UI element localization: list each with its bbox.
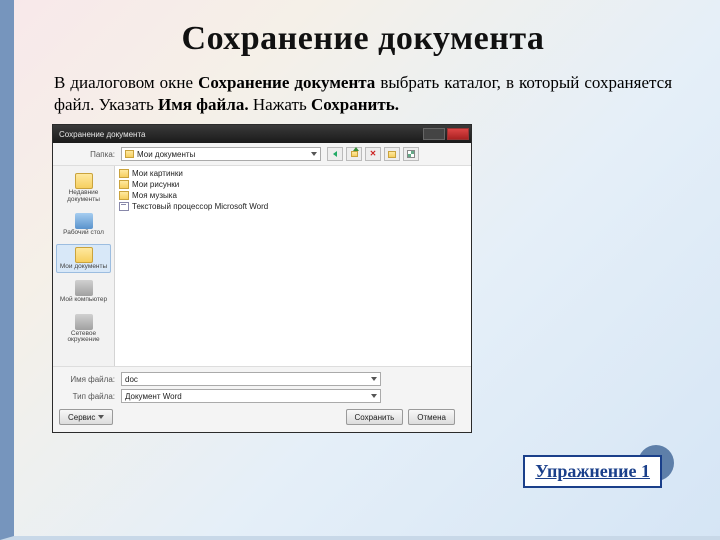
place-label: Рабочий стол: [63, 230, 104, 237]
dialog-bottom: Имя файла: doc Тип файла: Документ Word …: [53, 366, 471, 432]
window-controls: [423, 128, 469, 140]
save-label: Сохранить: [355, 413, 395, 422]
filename-value: doc: [125, 375, 138, 384]
filename-row: Имя файла: doc: [59, 372, 465, 386]
intro-paragraph: В диалоговом окне Сохранение документа в…: [54, 72, 672, 116]
list-item[interactable]: Мои картинки: [119, 169, 467, 178]
list-item[interactable]: Текстовый процессор Microsoft Word: [119, 202, 467, 211]
filetype-label: Тип файла:: [59, 392, 115, 401]
up-folder-icon: [351, 151, 358, 157]
file-name: Мои картинки: [132, 169, 183, 178]
folder-icon: [119, 169, 129, 178]
delete-button[interactable]: ✕: [365, 147, 381, 161]
chevron-down-icon: [371, 377, 377, 381]
cancel-label: Отмена: [417, 413, 446, 422]
file-list[interactable]: Мои картинки Мои рисунки Моя музыка Текс…: [115, 166, 471, 366]
slide-title: Сохранение документа: [54, 20, 672, 58]
folder-label: Папка:: [59, 150, 115, 159]
place-label: Недавние документы: [57, 190, 110, 203]
cancel-button[interactable]: Отмена: [408, 409, 455, 425]
new-folder-button[interactable]: [384, 147, 400, 161]
x-icon: ✕: [370, 150, 377, 158]
place-network[interactable]: Сетевое окружение: [56, 311, 111, 347]
intro-bold-1: Сохранение документа: [198, 73, 375, 92]
folder-value: Мои документы: [137, 150, 195, 159]
location-row: Папка: Мои документы ✕: [53, 143, 471, 166]
file-name: Мои рисунки: [132, 180, 179, 189]
intro-bold-3: Сохранить.: [311, 95, 399, 114]
place-my-computer[interactable]: Мой компьютер: [56, 277, 111, 307]
close-button[interactable]: [447, 128, 469, 140]
filename-input[interactable]: doc: [121, 372, 381, 386]
new-folder-icon: [388, 151, 396, 158]
desktop-icon: [75, 213, 93, 229]
place-my-documents[interactable]: Мои документы: [56, 244, 111, 274]
help-button[interactable]: [423, 128, 445, 140]
tools-label: Сервис: [68, 413, 95, 422]
nav-toolbar: ✕: [327, 147, 419, 161]
exercise-link[interactable]: Упражнение 1: [523, 455, 662, 488]
list-item[interactable]: Мои рисунки: [119, 180, 467, 189]
filetype-row: Тип файла: Документ Word: [59, 389, 465, 403]
exercise-link-wrap: Упражнение 1: [523, 455, 662, 488]
views-button[interactable]: [403, 147, 419, 161]
document-icon: [119, 202, 129, 211]
documents-icon: [75, 247, 93, 263]
file-name: Текстовый процессор Microsoft Word: [132, 202, 268, 211]
arrow-left-icon: [333, 151, 337, 157]
recent-icon: [75, 173, 93, 189]
tools-button[interactable]: Сервис: [59, 409, 113, 425]
place-desktop[interactable]: Рабочий стол: [56, 210, 111, 240]
place-recent[interactable]: Недавние документы: [56, 170, 111, 206]
folder-icon: [119, 191, 129, 200]
up-one-level-button[interactable]: [346, 147, 362, 161]
place-label: Мой компьютер: [60, 297, 107, 304]
save-button[interactable]: Сохранить: [346, 409, 404, 425]
chevron-down-icon: [98, 415, 104, 419]
filetype-value: Документ Word: [125, 392, 182, 401]
chevron-down-icon: [371, 394, 377, 398]
back-button[interactable]: [327, 147, 343, 161]
chevron-down-icon: [311, 152, 317, 156]
filename-label: Имя файла:: [59, 375, 115, 384]
views-icon: [407, 150, 415, 158]
computer-icon: [75, 280, 93, 296]
file-name: Моя музыка: [132, 191, 177, 200]
folder-dropdown[interactable]: Мои документы: [121, 147, 321, 161]
places-bar: Недавние документы Рабочий стол Мои доку…: [53, 166, 115, 366]
intro-text-a: В диалоговом окне: [54, 73, 198, 92]
filetype-dropdown[interactable]: Документ Word: [121, 389, 381, 403]
dialog-title: Сохранение документа: [59, 130, 145, 139]
place-label: Мои документы: [60, 264, 107, 271]
place-label: Сетевое окружение: [57, 331, 110, 344]
dialog-titlebar: Сохранение документа: [53, 125, 471, 143]
folder-icon: [119, 180, 129, 189]
network-icon: [75, 314, 93, 330]
folder-icon: [125, 150, 134, 158]
list-item[interactable]: Моя музыка: [119, 191, 467, 200]
save-dialog: Сохранение документа Папка: Мои документ…: [52, 124, 472, 433]
intro-text-c: Нажать: [253, 95, 311, 114]
action-row: Сервис Сохранить Отмена: [59, 409, 465, 425]
dialog-body: Недавние документы Рабочий стол Мои доку…: [53, 166, 471, 366]
intro-bold-2: Имя файла.: [158, 95, 249, 114]
